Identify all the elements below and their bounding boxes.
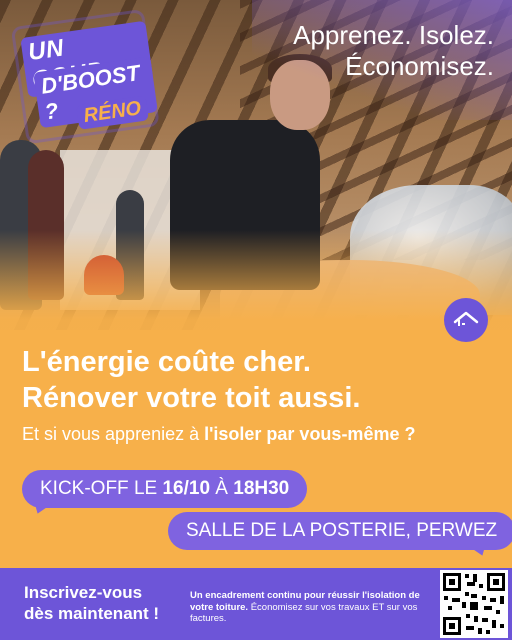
poster: UN COUP D'BOOST ? RÉNO Apprenez. Isolez.… <box>0 0 512 640</box>
qr-code-icon[interactable] <box>440 570 508 638</box>
cta-line1: Inscrivez-vous <box>24 583 143 602</box>
subline-prefix: Et si vous appreniez à <box>22 424 205 444</box>
signup-cta[interactable]: Inscrivez-vous dès maintenant ! <box>24 582 184 624</box>
subline: Et si vous appreniez à l'isoler par vous… <box>22 424 502 445</box>
headline-line2: Rénover votre toit aussi. <box>22 382 361 414</box>
cta-line2: dès maintenant ! <box>24 604 160 623</box>
kickoff-time: 18H30 <box>233 478 290 499</box>
tagline-line1: Apprenez. Isolez. <box>293 20 494 50</box>
kickoff-date: 16/10 <box>162 478 211 499</box>
tagline-line2: Économisez. <box>345 51 494 81</box>
logo: UN COUP D'BOOST ? RÉNO <box>4 1 161 149</box>
headline-line1: L'énergie coûte cher. <box>22 346 311 378</box>
photo-fade <box>0 230 512 330</box>
subline-bold: l'isoler par vous-même ? <box>204 424 416 444</box>
location-pill: SALLE DE LA POSTERIE, PERWEZ <box>168 512 512 550</box>
kickoff-prefix: KICK-OFF LE <box>40 478 163 499</box>
qr-code-svg <box>443 573 505 635</box>
headline: L'énergie coûte cher. Rénover votre toit… <box>22 344 492 416</box>
tagline: Apprenez. Isolez. Économisez. <box>293 20 494 82</box>
location-text: SALLE DE LA POSTERIE, PERWEZ <box>186 520 498 541</box>
house-roof-icon-svg <box>453 311 479 326</box>
kickoff-pill: KICK-OFF LE 16/10 À 18H30 <box>22 470 308 508</box>
kickoff-at: À <box>210 478 234 499</box>
footer-description: Un encadrement continu pour réussir l'is… <box>190 590 432 625</box>
house-roof-icon <box>444 298 488 342</box>
